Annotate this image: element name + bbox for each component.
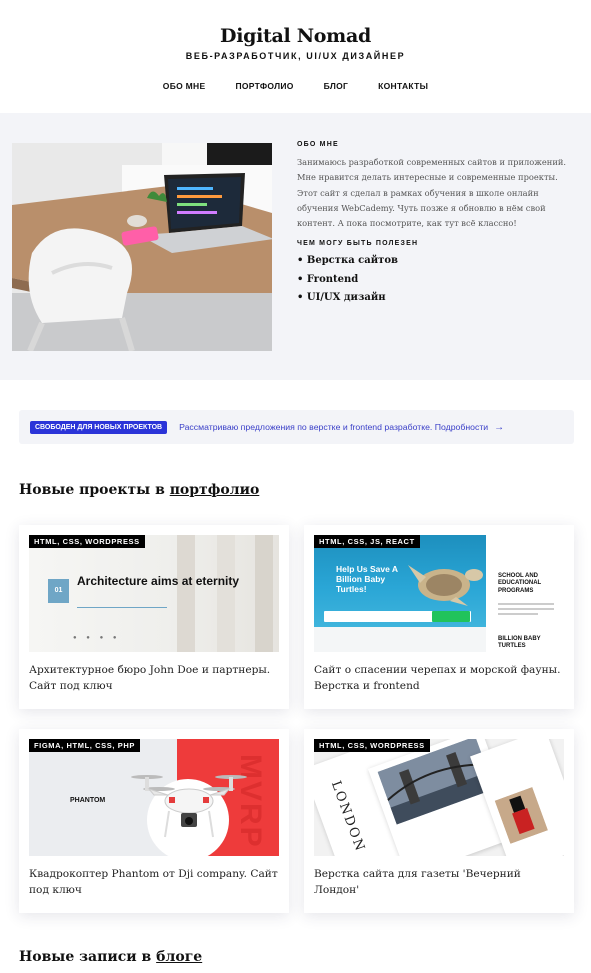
about-section: ОБО МНЕ Занимаюсь разработкой современны… [0,113,591,380]
card-preview-image[interactable]: HTML, CSS, WORDPRESS LONDON [314,739,564,856]
card-preview-image[interactable]: MVRP FIGMA, HTML, CSS, PHP PHANTOM [29,739,279,856]
portfolio-heading-prefix: Новые проекты в [19,482,165,498]
site-subtitle: ВЕБ-РАЗРАБОТЧИК, UI/UX ДИЗАЙНЕР [185,51,406,61]
portfolio-card[interactable]: MVRP FIGMA, HTML, CSS, PHP PHANTOM Квадр… [19,729,289,913]
site-title[interactable]: Digital Nomad [0,0,591,47]
availability-badge: СВОБОДЕН ДЛЯ НОВЫХ ПРОЕКТОВ [30,420,168,434]
about-paragraph: Занимаюсь разработкой современных сайтов… [297,157,567,229]
decor-stripe [217,535,235,652]
skill-item: Верстка сайтов [297,252,572,271]
decor-stripe [177,535,195,652]
nav-about[interactable]: ОБО МНЕ [163,81,206,91]
decor-stripe [255,535,273,652]
about-text-block: ОБО МНЕ Занимаюсь разработкой современны… [297,141,572,308]
skills-list: Верстка сайтов Frontend UI/UX дизайн [297,252,572,308]
text-line [498,608,554,610]
nav-blog[interactable]: БЛОГ [324,81,349,91]
tech-tag: FIGMA, HTML, CSS, PHP [29,739,140,752]
tech-tag: HTML, CSS, WORDPRESS [29,535,145,548]
blog-heading: Новые записи в блоге [19,949,202,965]
drone-icon [131,775,247,838]
site-header: Digital Nomad ВЕБ-РАЗРАБОТЧИК, UI/UX ДИЗ… [0,0,591,113]
info-strip [314,627,486,652]
portfolio-card[interactable]: HTML, CSS, JS, REACT Help Us Save A Bill… [304,525,574,709]
nav-portfolio[interactable]: ПОРТФОЛИО [235,81,293,91]
skills-heading: ЧЕМ МОГУ БЫТЬ ПОЛЕЗЕН [297,240,419,248]
card-title[interactable]: Архитектурное бюро John Doe и партнеры. … [29,663,281,694]
card-title[interactable]: Квадрокоптер Phantom от Dji company. Сай… [29,867,281,898]
about-heading: ОБО МНЕ [297,141,339,148]
preview-headline: Help Us Save A Billion Baby Turtles! [336,564,398,594]
accent-line [77,607,167,608]
tech-tag: HTML, CSS, JS, REACT [314,535,420,548]
card-title[interactable]: Верстка сайта для газеты 'Вечерний Лондо… [314,867,566,898]
signup-button [432,611,470,622]
portfolio-card[interactable]: HTML, CSS, WORDPRESS LONDON Верстка сайт… [304,729,574,913]
banner-link-text[interactable]: Рассматриваю предложения по верстке и fr… [179,422,488,432]
blog-heading-prefix: Новые записи в [19,949,152,965]
card-title[interactable]: Сайт о спасении черепах и морской фауны.… [314,663,566,694]
skill-item: UI/UX дизайн [297,289,572,308]
availability-banner[interactable]: СВОБОДЕН ДЛЯ НОВЫХ ПРОЕКТОВ Рассматриваю… [19,410,574,444]
nav-contacts[interactable]: КОНТАКТЫ [378,81,428,91]
sidebar-heading: SCHOOL AND EDUCATIONAL PROGRAMS [498,573,542,594]
portfolio-heading: Новые проекты в портфолио [19,482,259,498]
preview-headline: PHANTOM [70,797,106,804]
guard-photo [494,787,548,844]
slide-number: 01 [48,579,69,603]
skill-item: Frontend [297,271,572,290]
portfolio-link[interactable]: портфолио [170,482,260,498]
blog-link[interactable]: блоге [156,949,202,965]
preview-headline: Architecture aims at eternity [77,574,240,588]
arrow-right-icon[interactable]: → [494,422,504,433]
portfolio-card[interactable]: HTML, CSS, WORDPRESS 01 Architecture aim… [19,525,289,709]
sidebar-heading: BILLION BABY TURTLES [498,636,541,650]
main-nav: ОБО МНЕ ПОРТФОЛИО БЛОГ КОНТАКТЫ [0,81,591,91]
tech-tag: HTML, CSS, WORDPRESS [314,739,430,752]
workspace-photo [12,143,272,351]
turtle-icon [408,565,483,606]
text-line [498,603,554,605]
text-line [498,613,538,615]
slider-dots: ● ● ● ● [73,635,121,641]
card-preview-image[interactable]: HTML, CSS, JS, REACT Help Us Save A Bill… [314,535,564,652]
card-preview-image[interactable]: HTML, CSS, WORDPRESS 01 Architecture aim… [29,535,279,652]
